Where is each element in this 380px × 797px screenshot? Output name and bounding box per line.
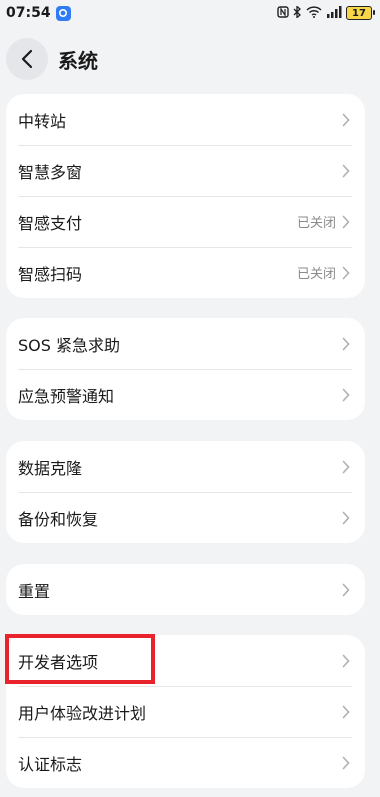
chevron-right-icon xyxy=(340,163,352,179)
nfc-icon xyxy=(277,5,289,21)
app-notification-icon xyxy=(55,5,71,21)
row-label: 中转站 xyxy=(18,111,67,131)
settings-group-data: 数据克隆 备份和恢复 xyxy=(6,441,365,543)
signal-icon xyxy=(326,5,342,21)
chevron-right-icon xyxy=(340,265,352,281)
row-label: 重置 xyxy=(18,581,51,601)
row-reset[interactable]: 重置 xyxy=(6,564,365,615)
row-status: 已关闭 xyxy=(296,216,336,231)
row-label: 认证标志 xyxy=(18,754,83,774)
row-label: SOS 紧急求助 xyxy=(18,335,120,355)
row-label: 智感扫码 xyxy=(18,264,83,284)
status-left: 07:54 xyxy=(6,5,71,21)
status-bar: 07:54 17 xyxy=(0,0,380,26)
row-certification[interactable]: 认证标志 xyxy=(6,737,365,788)
chevron-right-icon xyxy=(340,704,352,720)
back-button[interactable] xyxy=(6,38,48,80)
status-right: 17 xyxy=(277,4,375,21)
battery-icon: 17 xyxy=(346,6,375,20)
chevron-right-icon xyxy=(340,510,352,526)
row-label: 开发者选项 xyxy=(18,652,99,672)
chevron-right-icon xyxy=(340,653,352,669)
row-label: 数据克隆 xyxy=(18,458,83,478)
header: 系统 xyxy=(0,36,380,82)
row-transfer-station[interactable]: 中转站 xyxy=(6,94,365,145)
row-smart-multiwindow[interactable]: 智慧多窗 xyxy=(6,145,365,196)
chevron-right-icon xyxy=(340,112,352,128)
page-title: 系统 xyxy=(58,48,98,73)
battery-level: 17 xyxy=(352,7,366,19)
row-label: 用户体验改进计划 xyxy=(18,703,147,723)
row-developer-options[interactable]: 开发者选项 xyxy=(6,635,365,686)
row-status: 已关闭 xyxy=(296,267,336,282)
status-time: 07:54 xyxy=(6,5,51,21)
row-backup-restore[interactable]: 备份和恢复 xyxy=(6,492,365,543)
chevron-right-icon xyxy=(340,459,352,475)
settings-group-apps: 中转站 智慧多窗 智感支付 已关闭 智感扫码 已关闭 xyxy=(6,94,365,298)
chevron-right-icon xyxy=(340,387,352,403)
settings-group-reset: 重置 xyxy=(6,564,365,615)
row-sos[interactable]: SOS 紧急求助 xyxy=(6,318,365,369)
chevron-right-icon xyxy=(340,582,352,598)
row-smart-scan[interactable]: 智感扫码 已关闭 xyxy=(6,247,365,298)
row-data-clone[interactable]: 数据克隆 xyxy=(6,441,365,492)
chevron-left-icon xyxy=(21,49,33,69)
row-label: 应急预警通知 xyxy=(18,386,115,406)
row-label: 备份和恢复 xyxy=(18,509,99,529)
chevron-right-icon xyxy=(340,755,352,771)
chevron-right-icon xyxy=(340,336,352,352)
settings-group-developer: 开发者选项 用户体验改进计划 认证标志 xyxy=(6,635,365,788)
settings-group-emergency: SOS 紧急求助 应急预警通知 xyxy=(6,318,365,420)
row-user-experience[interactable]: 用户体验改进计划 xyxy=(6,686,365,737)
wifi-icon xyxy=(306,5,322,21)
row-label: 智感支付 xyxy=(18,213,83,233)
bluetooth-icon xyxy=(293,4,302,21)
row-label: 智慧多窗 xyxy=(18,162,83,182)
row-smart-pay[interactable]: 智感支付 已关闭 xyxy=(6,196,365,247)
row-emergency-alerts[interactable]: 应急预警通知 xyxy=(6,369,365,420)
chevron-right-icon xyxy=(340,214,352,230)
